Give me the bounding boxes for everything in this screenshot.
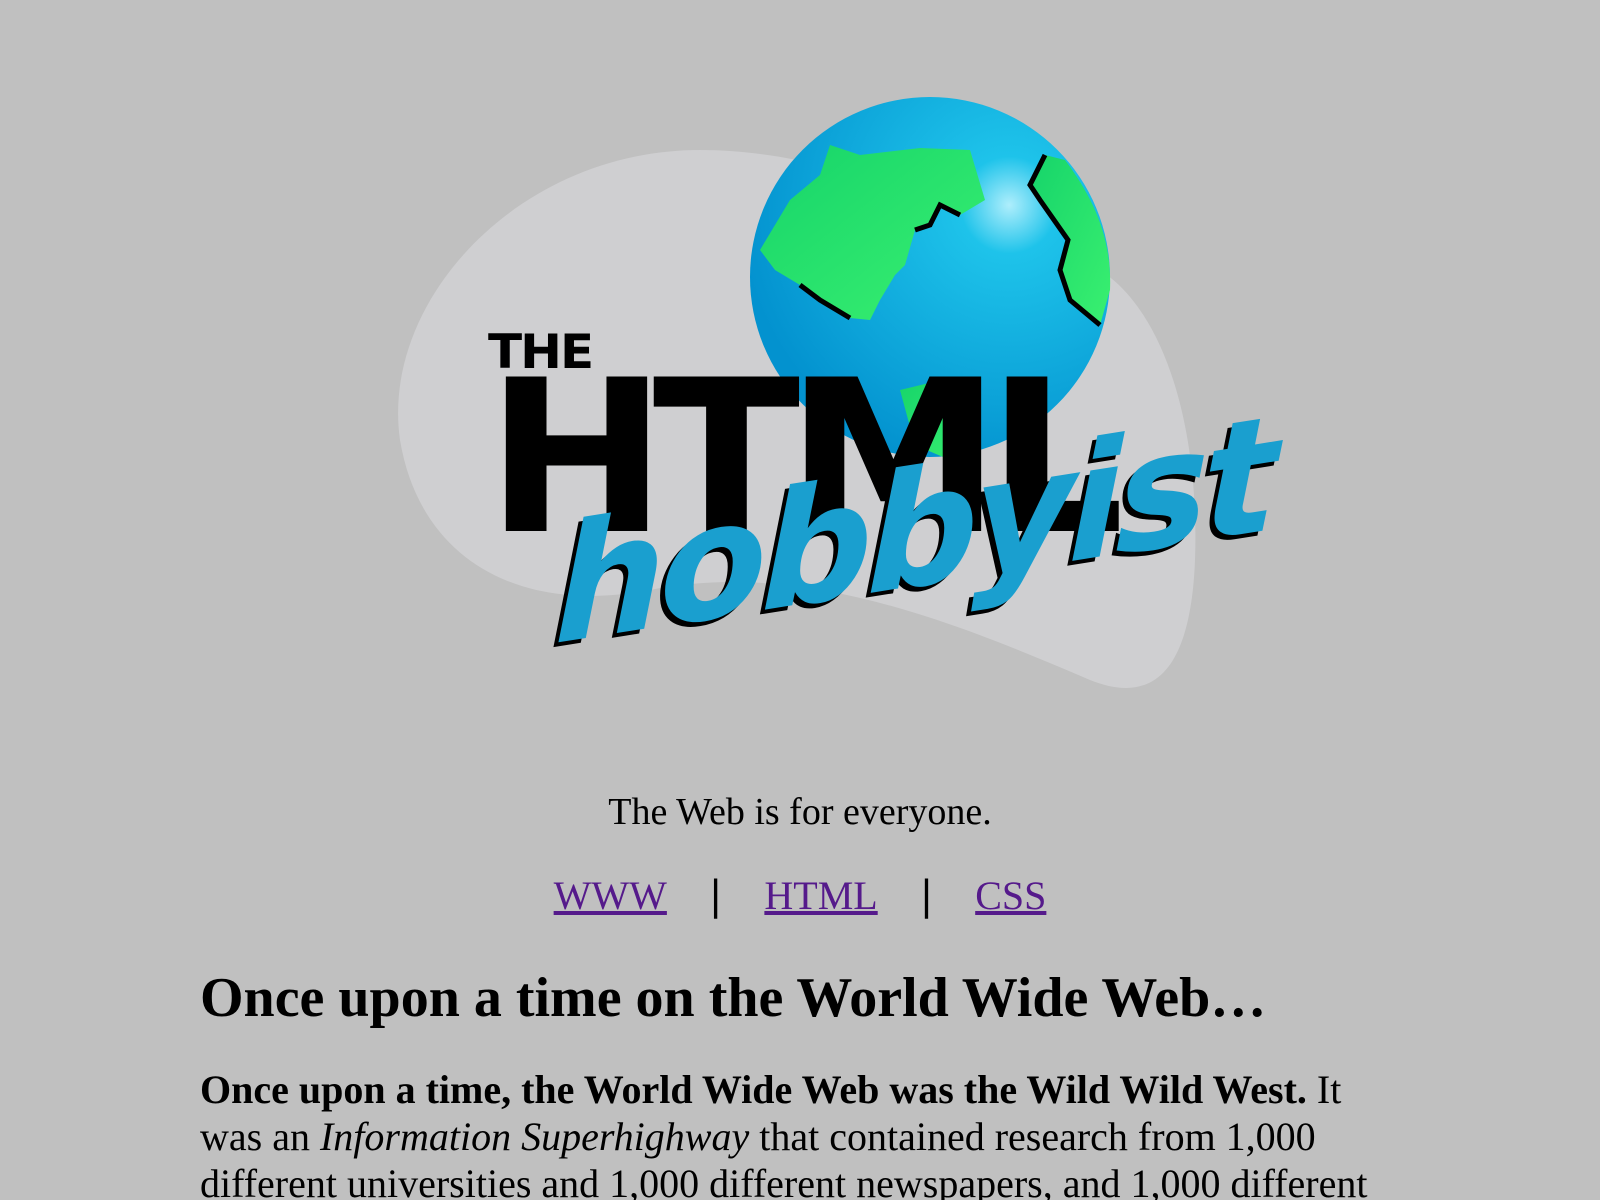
nav-separator: | bbox=[919, 873, 934, 919]
tagline: The Web is for everyone. bbox=[608, 791, 992, 833]
nav-link-html[interactable]: HTML bbox=[764, 873, 877, 918]
nav-separator: | bbox=[708, 873, 723, 919]
nav-link-www[interactable]: WWW bbox=[554, 873, 667, 918]
intro-italic-text: Information Superhighway bbox=[319, 1114, 750, 1160]
intro-bold-text: Once upon a time, the World Wide Web was… bbox=[200, 1067, 1307, 1113]
site-logo[interactable]: THE HTML hobbyist bbox=[0, 0, 1600, 760]
article-heading: Once upon a time on the World Wide Web… bbox=[200, 967, 1267, 1029]
article-intro-paragraph: Once upon a time, the World Wide Web was… bbox=[200, 1066, 1400, 1200]
article: Once upon a time on the World Wide Web… … bbox=[200, 965, 1400, 1200]
main-nav: WWW | HTML | CSS bbox=[0, 872, 1600, 919]
nav-link-css[interactable]: CSS bbox=[975, 873, 1046, 918]
